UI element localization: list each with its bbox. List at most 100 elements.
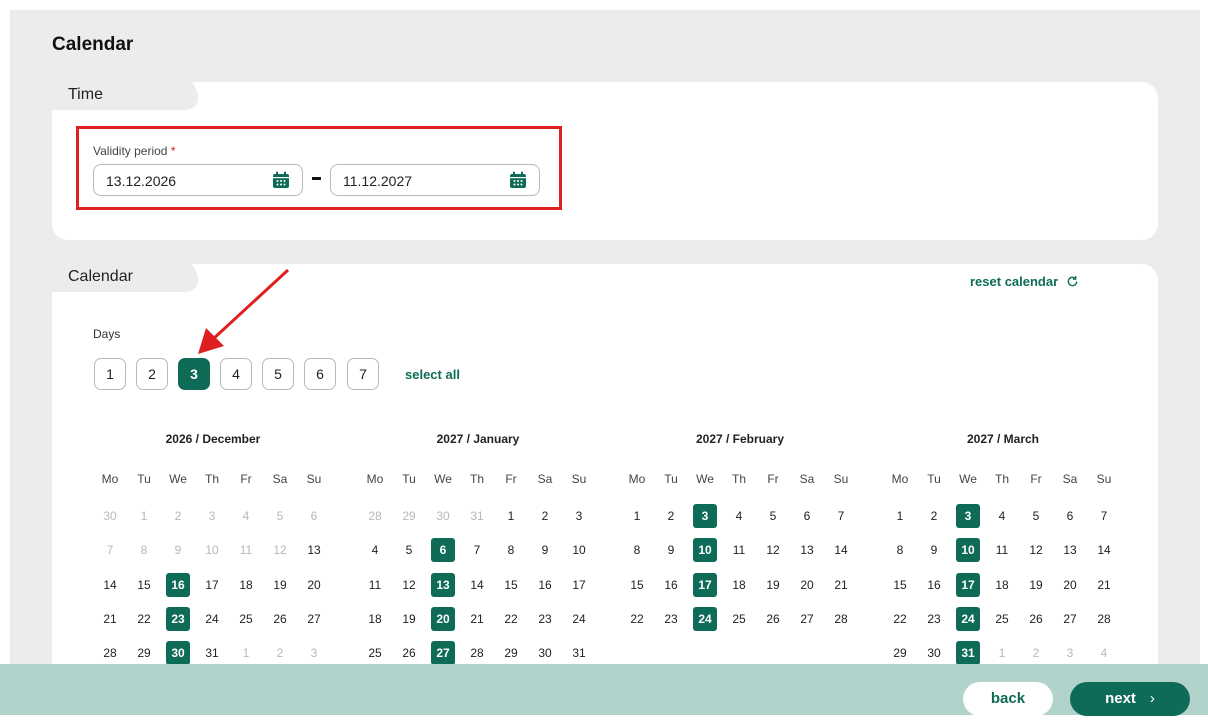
calendar-day-cell[interactable]: 6	[431, 538, 455, 562]
calendar-day-cell[interactable]: 31	[567, 641, 591, 665]
calendar-day-cell[interactable]: 1	[499, 504, 523, 528]
calendar-day-cell[interactable]: 30	[166, 641, 190, 665]
day-button-5[interactable]: 5	[262, 358, 294, 390]
calendar-day-cell[interactable]: 9	[659, 538, 683, 562]
calendar-day-cell[interactable]: 29	[499, 641, 523, 665]
calendar-day-cell[interactable]: 16	[533, 573, 557, 597]
calendar-day-cell[interactable]: 22	[132, 607, 156, 631]
calendar-day-cell[interactable]: 13	[431, 573, 455, 597]
calendar-day-cell[interactable]: 28	[98, 641, 122, 665]
calendar-day-cell[interactable]: 9	[166, 538, 190, 562]
calendar-day-cell[interactable]: 22	[625, 607, 649, 631]
calendar-day-cell[interactable]: 1	[132, 504, 156, 528]
calendar-day-cell[interactable]: 28	[829, 607, 853, 631]
calendar-day-cell[interactable]: 27	[1058, 607, 1082, 631]
day-button-4[interactable]: 4	[220, 358, 252, 390]
calendar-day-cell[interactable]: 14	[1092, 538, 1116, 562]
calendar-day-cell[interactable]: 1	[625, 504, 649, 528]
day-button-7[interactable]: 7	[347, 358, 379, 390]
calendar-day-cell[interactable]: 30	[98, 504, 122, 528]
calendar-day-cell[interactable]: 1	[990, 641, 1014, 665]
calendar-day-cell[interactable]: 5	[1024, 504, 1048, 528]
back-button[interactable]: back	[963, 682, 1053, 716]
calendar-day-cell[interactable]: 15	[132, 573, 156, 597]
end-date-input[interactable]: 11.12.2027	[330, 164, 540, 196]
calendar-day-cell[interactable]: 20	[795, 573, 819, 597]
calendar-day-cell[interactable]: 3	[1058, 641, 1082, 665]
calendar-day-cell[interactable]: 28	[363, 504, 387, 528]
calendar-day-cell[interactable]: 28	[465, 641, 489, 665]
calendar-day-cell[interactable]: 3	[200, 504, 224, 528]
day-button-1[interactable]: 1	[94, 358, 126, 390]
calendar-day-cell[interactable]: 14	[98, 573, 122, 597]
reset-calendar-button[interactable]: reset calendar	[970, 274, 1079, 289]
calendar-day-cell[interactable]: 17	[693, 573, 717, 597]
calendar-day-cell[interactable]: 4	[1092, 641, 1116, 665]
calendar-icon[interactable]	[509, 171, 527, 189]
calendar-day-cell[interactable]: 24	[693, 607, 717, 631]
calendar-day-cell[interactable]: 25	[990, 607, 1014, 631]
calendar-day-cell[interactable]: 5	[397, 538, 421, 562]
calendar-day-cell[interactable]: 30	[922, 641, 946, 665]
calendar-day-cell[interactable]: 2	[166, 504, 190, 528]
day-button-3[interactable]: 3	[178, 358, 210, 390]
calendar-day-cell[interactable]: 9	[922, 538, 946, 562]
calendar-day-cell[interactable]: 22	[888, 607, 912, 631]
calendar-day-cell[interactable]: 20	[431, 607, 455, 631]
calendar-day-cell[interactable]: 25	[234, 607, 258, 631]
calendar-day-cell[interactable]: 1	[888, 504, 912, 528]
calendar-day-cell[interactable]: 4	[727, 504, 751, 528]
calendar-day-cell[interactable]: 21	[465, 607, 489, 631]
calendar-day-cell[interactable]: 10	[200, 538, 224, 562]
calendar-day-cell[interactable]: 15	[625, 573, 649, 597]
calendar-day-cell[interactable]: 26	[1024, 607, 1048, 631]
calendar-day-cell[interactable]: 13	[795, 538, 819, 562]
calendar-day-cell[interactable]: 11	[363, 573, 387, 597]
calendar-day-cell[interactable]: 10	[567, 538, 591, 562]
calendar-day-cell[interactable]: 31	[956, 641, 980, 665]
calendar-day-cell[interactable]: 10	[956, 538, 980, 562]
calendar-day-cell[interactable]: 23	[166, 607, 190, 631]
calendar-day-cell[interactable]: 2	[1024, 641, 1048, 665]
calendar-day-cell[interactable]: 29	[888, 641, 912, 665]
calendar-day-cell[interactable]: 18	[363, 607, 387, 631]
calendar-day-cell[interactable]: 6	[302, 504, 326, 528]
calendar-day-cell[interactable]: 19	[268, 573, 292, 597]
calendar-day-cell[interactable]: 2	[533, 504, 557, 528]
calendar-day-cell[interactable]: 28	[1092, 607, 1116, 631]
calendar-day-cell[interactable]: 27	[431, 641, 455, 665]
calendar-day-cell[interactable]: 21	[829, 573, 853, 597]
calendar-day-cell[interactable]: 21	[1092, 573, 1116, 597]
calendar-day-cell[interactable]: 18	[990, 573, 1014, 597]
calendar-day-cell[interactable]: 3	[693, 504, 717, 528]
calendar-day-cell[interactable]: 22	[499, 607, 523, 631]
calendar-day-cell[interactable]: 12	[397, 573, 421, 597]
calendar-day-cell[interactable]: 19	[397, 607, 421, 631]
calendar-day-cell[interactable]: 30	[431, 504, 455, 528]
calendar-day-cell[interactable]: 12	[761, 538, 785, 562]
next-button[interactable]: next ›	[1070, 682, 1190, 716]
calendar-day-cell[interactable]: 19	[761, 573, 785, 597]
calendar-day-cell[interactable]: 14	[465, 573, 489, 597]
calendar-day-cell[interactable]: 12	[268, 538, 292, 562]
calendar-day-cell[interactable]: 5	[268, 504, 292, 528]
calendar-day-cell[interactable]: 26	[268, 607, 292, 631]
calendar-day-cell[interactable]: 23	[922, 607, 946, 631]
calendar-day-cell[interactable]: 20	[302, 573, 326, 597]
calendar-day-cell[interactable]: 5	[761, 504, 785, 528]
calendar-day-cell[interactable]: 2	[659, 504, 683, 528]
calendar-day-cell[interactable]: 26	[761, 607, 785, 631]
calendar-day-cell[interactable]: 8	[888, 538, 912, 562]
calendar-day-cell[interactable]: 12	[1024, 538, 1048, 562]
calendar-day-cell[interactable]: 14	[829, 538, 853, 562]
calendar-day-cell[interactable]: 11	[234, 538, 258, 562]
calendar-day-cell[interactable]: 11	[990, 538, 1014, 562]
calendar-day-cell[interactable]: 4	[363, 538, 387, 562]
calendar-day-cell[interactable]: 2	[268, 641, 292, 665]
calendar-day-cell[interactable]: 7	[1092, 504, 1116, 528]
calendar-day-cell[interactable]: 24	[956, 607, 980, 631]
calendar-day-cell[interactable]: 20	[1058, 573, 1082, 597]
calendar-day-cell[interactable]: 4	[234, 504, 258, 528]
calendar-day-cell[interactable]: 13	[302, 538, 326, 562]
calendar-day-cell[interactable]: 2	[922, 504, 946, 528]
